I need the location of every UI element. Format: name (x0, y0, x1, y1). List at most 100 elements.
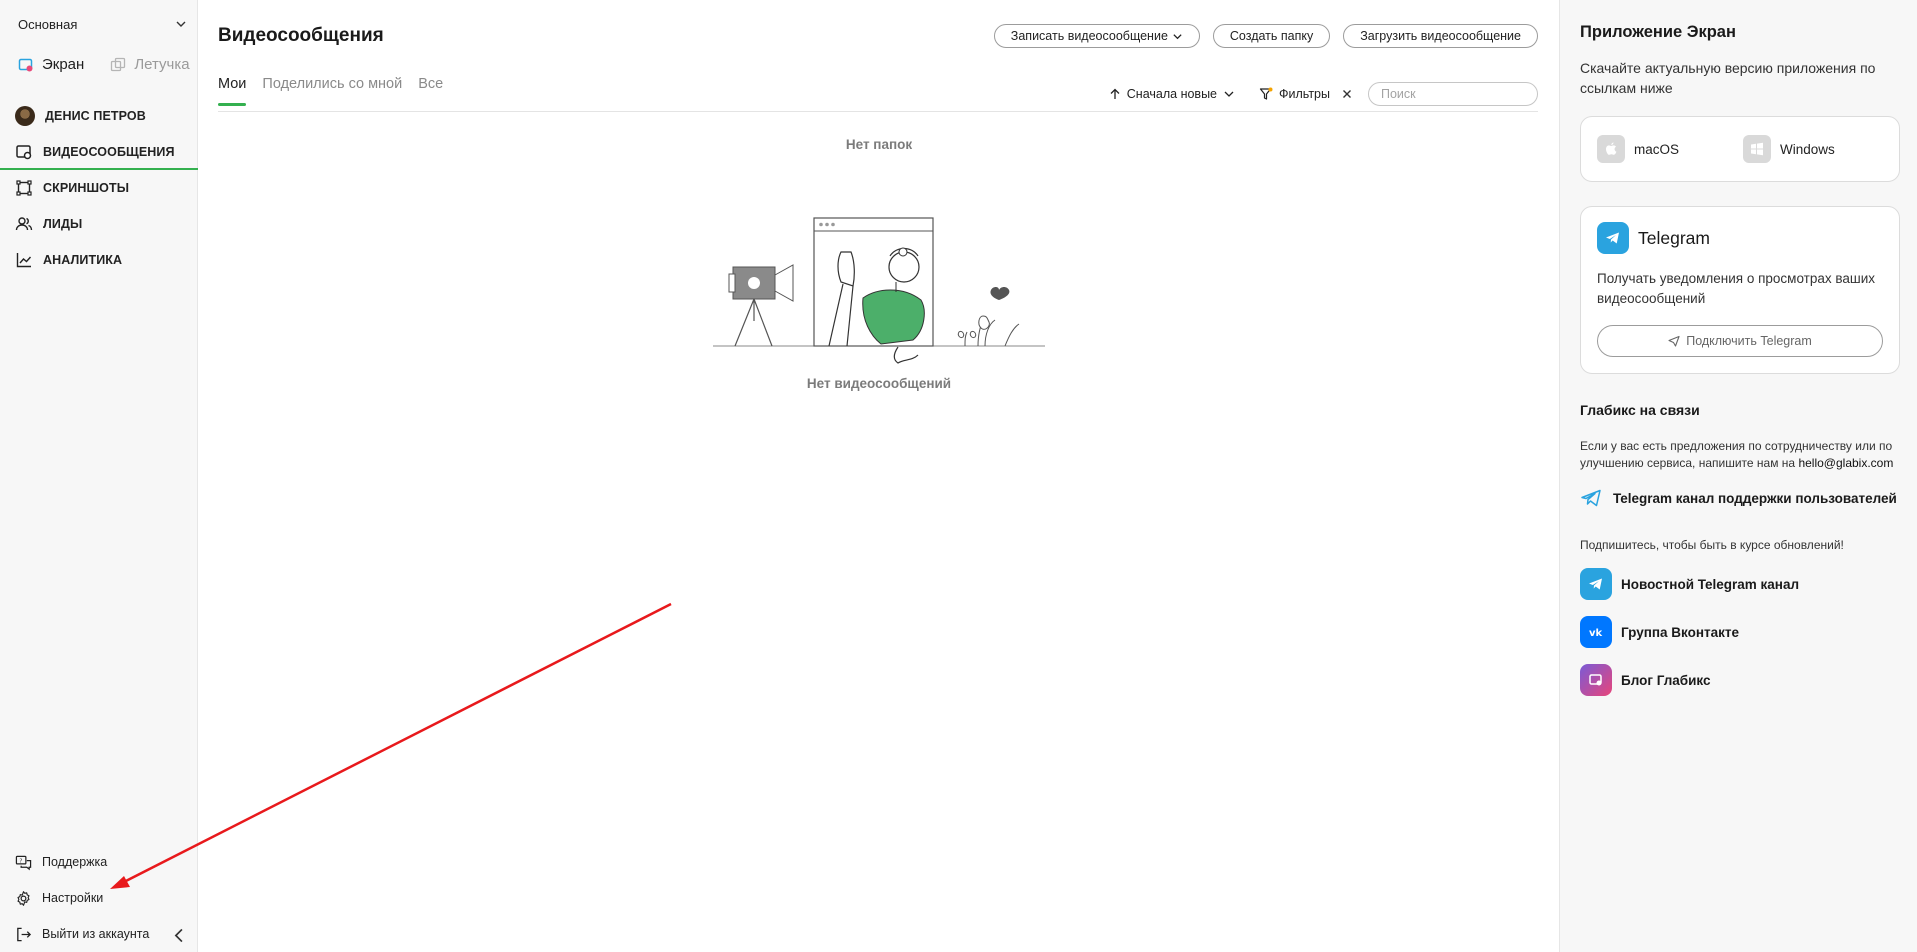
collapse-sidebar-icon[interactable] (171, 927, 188, 944)
nav-item-videos[interactable]: ВИДЕОСООБЩЕНИЯ (0, 134, 198, 170)
main-content: Видеосообщения Записать видеосообщение С… (199, 0, 1559, 952)
nav-item-label: ВИДЕОСООБЩЕНИЯ (43, 145, 175, 159)
record-video-button[interactable]: Записать видеосообщение (993, 24, 1200, 48)
filters-button[interactable]: Фильтры (1259, 87, 1330, 101)
vk-group-label: Группа Вконтакте (1621, 624, 1740, 640)
telegram-news-link[interactable]: Новостной Telegram канал (1580, 568, 1799, 600)
support-channel-link[interactable]: Telegram канал поддержки пользователей (1580, 487, 1897, 509)
logout-link[interactable]: Выйти из аккаунта (0, 916, 198, 952)
settings-link[interactable]: Настройки (0, 880, 198, 916)
nav-item-label: СКРИНШОТЫ (43, 181, 130, 195)
nav-item-screenshots[interactable]: СКРИНШОТЫ (0, 170, 198, 206)
support-channel-label: Telegram канал поддержки пользователей (1613, 490, 1897, 506)
download-windows[interactable]: Windows (1727, 135, 1873, 163)
logout-label: Выйти из аккаунта (42, 927, 150, 941)
nav-item-label: ДЕНИС ПЕТРОВ (45, 109, 146, 123)
vk-group-link[interactable]: vk Группа Вконтакте (1580, 616, 1739, 648)
sort-label: Сначала новые (1126, 87, 1218, 101)
bottom-nav: ? Поддержка Настройки Выйти из аккаунта (0, 844, 198, 952)
contact-title: Глабикс на связи (1580, 402, 1700, 418)
send-icon (1668, 335, 1680, 347)
tab-shared[interactable]: Поделились со мной (262, 76, 402, 106)
nav-item-leads[interactable]: ЛИДЫ (0, 206, 198, 242)
empty-folders-text: Нет папок (845, 137, 913, 152)
telegram-icon (1597, 222, 1629, 254)
users-icon (15, 217, 33, 231)
apple-icon (1597, 135, 1625, 163)
nav-item-profile[interactable]: ДЕНИС ПЕТРОВ (0, 98, 198, 134)
empty-state-illustration (713, 217, 1045, 364)
letuchka-app-icon (111, 57, 126, 71)
settings-label: Настройки (42, 891, 104, 905)
video-message-icon (16, 145, 32, 160)
filters-label: Фильтры (1279, 87, 1330, 101)
main-nav: ДЕНИС ПЕТРОВ ВИДЕОСООБЩЕНИЯ СКРИНШОТЫ ЛИ… (0, 98, 198, 278)
list-toolbar: Сначала новые Фильтры (1109, 82, 1538, 106)
contact-email-link[interactable]: hello@glabix.com (1798, 456, 1893, 470)
download-macos[interactable]: macOS (1581, 135, 1727, 163)
workspace-name: Основная (18, 16, 78, 32)
telegram-card-header: Telegram (1597, 222, 1710, 254)
blog-link[interactable]: Блог Глабикс (1580, 664, 1711, 696)
subscribe-text: Подпишитесь, чтобы быть в курсе обновлен… (1580, 538, 1844, 552)
logout-icon (17, 927, 32, 941)
support-chat-icon: ? (15, 855, 32, 870)
glabix-icon (1580, 664, 1612, 696)
app-switcher: Экран Летучка (18, 56, 190, 73)
app-download-desc: Скачайте актуальную версию приложения по… (1580, 60, 1876, 96)
windows-label: Windows (1780, 141, 1835, 157)
sidebar: Основная Экран Летучка ДЕНИС ПЕТРОВ ВИДЕ… (0, 0, 198, 952)
app-download-title: Приложение Экран (1580, 23, 1736, 41)
chevron-down-icon (1173, 33, 1182, 39)
upload-video-label: Загрузить видеосообщение (1360, 29, 1521, 43)
record-video-label: Записать видеосообщение (1010, 29, 1168, 43)
app-letuchka[interactable]: Летучка (110, 56, 190, 73)
workspace-select[interactable]: Основная (18, 14, 188, 34)
svg-text:?: ? (19, 858, 22, 864)
contact-desc: Если у вас есть предложения по сотруднич… (1580, 438, 1914, 472)
arrow-up-icon (1110, 88, 1120, 99)
upload-video-button[interactable]: Загрузить видеосообщение (1343, 24, 1538, 48)
vk-icon: vk (1580, 616, 1612, 648)
search-input[interactable] (1368, 82, 1538, 106)
tab-all[interactable]: Все (418, 76, 443, 106)
nav-item-label: АНАЛИТИКА (43, 253, 123, 267)
sort-dropdown[interactable]: Сначала новые (1109, 87, 1235, 101)
telegram-icon (1580, 568, 1612, 600)
tabs: Мои Поделились со мной Все (218, 76, 443, 106)
create-folder-label: Создать папку (1229, 29, 1314, 43)
svg-text:vk: vk (1589, 628, 1603, 639)
app-letuchka-label: Летучка (134, 56, 190, 73)
right-panel: Приложение Экран Скачайте актуальную вер… (1559, 0, 1917, 952)
telegram-outline-icon (1581, 489, 1601, 507)
page-title: Видеосообщения (218, 25, 384, 46)
telegram-card-desc: Получать уведомления о просмотрах ваших … (1597, 271, 1876, 306)
chart-icon (16, 253, 32, 268)
empty-videos-text: Нет видеосообщений (806, 376, 952, 391)
telegram-card-title: Telegram (1638, 227, 1710, 248)
tabs-divider (218, 111, 1538, 112)
support-label: Поддержка (42, 855, 108, 869)
top-actions: Записать видеосообщение Создать папку За… (993, 24, 1538, 48)
close-icon[interactable] (1340, 87, 1354, 101)
app-screen[interactable]: Экран (18, 56, 84, 73)
chevron-down-icon (1224, 91, 1234, 97)
screen-app-icon (18, 58, 33, 71)
blog-label: Блог Глабикс (1621, 672, 1711, 688)
gear-icon (17, 890, 30, 906)
os-download-card: macOS Windows (1580, 116, 1900, 182)
app-screen-label: Экран (42, 56, 85, 73)
connect-telegram-button[interactable]: Подключить Telegram (1597, 325, 1883, 357)
tab-mine[interactable]: Мои (218, 76, 247, 106)
connect-telegram-label: Подключить Telegram (1686, 334, 1812, 348)
nav-item-analytics[interactable]: АНАЛИТИКА (0, 242, 198, 278)
support-link[interactable]: ? Поддержка (0, 844, 198, 880)
create-folder-button[interactable]: Создать папку (1212, 24, 1331, 48)
chevron-down-icon (176, 21, 186, 27)
screenshot-icon (16, 180, 32, 196)
filter-icon (1259, 87, 1273, 100)
nav-item-label: ЛИДЫ (43, 217, 83, 231)
windows-icon (1743, 135, 1771, 163)
telegram-news-label: Новостной Telegram канал (1621, 576, 1800, 592)
telegram-card: Telegram Получать уведомления о просмотр… (1580, 206, 1900, 374)
